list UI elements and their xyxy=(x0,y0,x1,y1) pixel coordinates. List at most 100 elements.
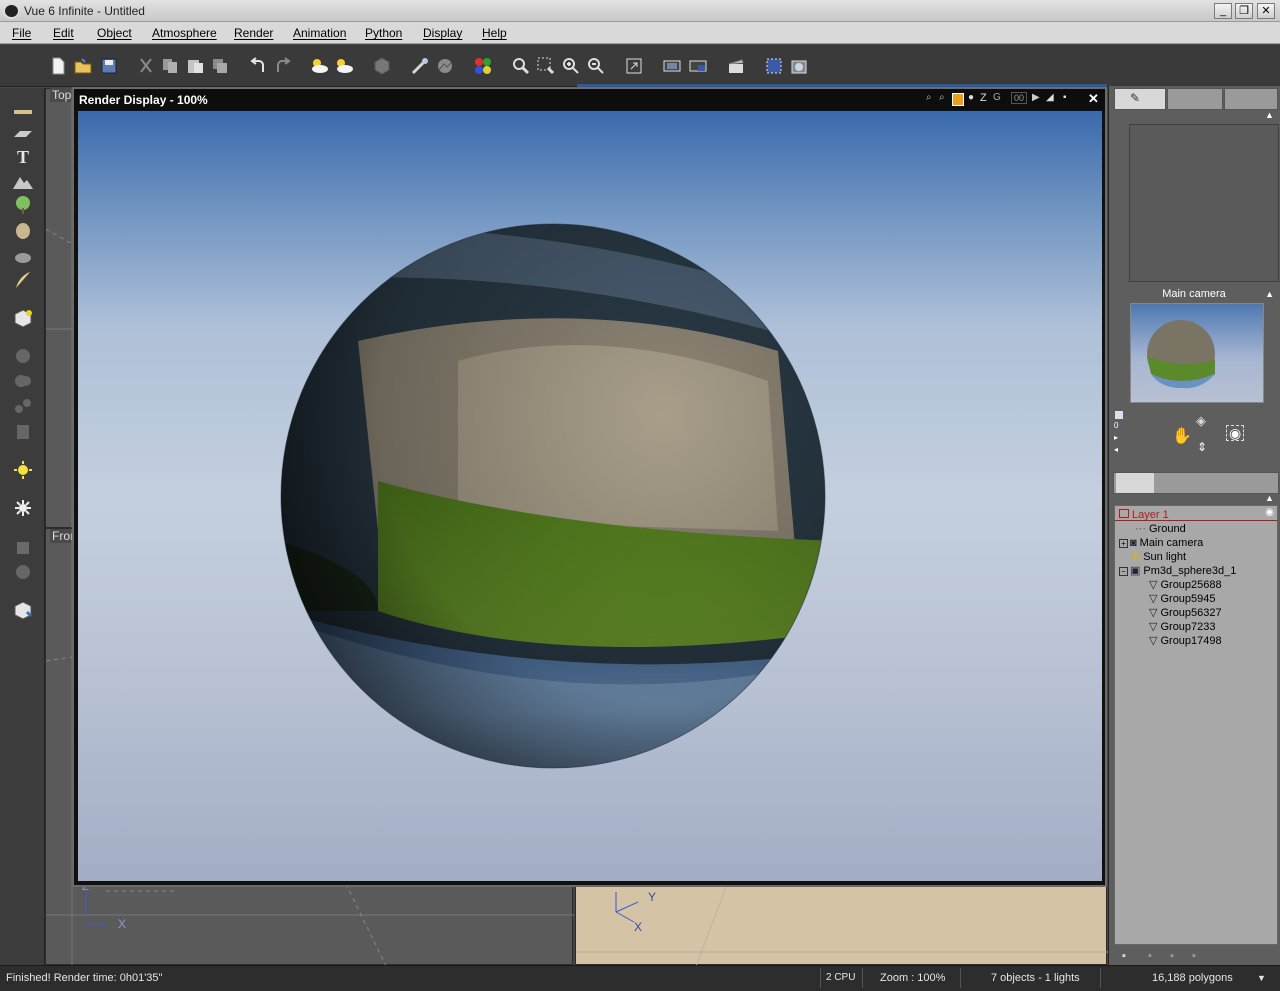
import-object-icon[interactable] xyxy=(12,600,34,620)
render-save-icon[interactable]: ▪ xyxy=(1063,92,1067,103)
camera-view-eye-icon[interactable]: ◉ xyxy=(1226,425,1245,441)
material-editor-icon[interactable] xyxy=(410,56,430,76)
object-properties-icon[interactable] xyxy=(372,56,392,76)
group-tool-icon[interactable] xyxy=(12,396,34,416)
tree-row-group[interactable]: ▽ Group5945 xyxy=(1149,592,1216,606)
delete-layer-icon[interactable]: ▪ xyxy=(1148,950,1152,962)
new-layer-icon[interactable]: ▪ xyxy=(1122,950,1126,962)
boolean-tool-icon[interactable] xyxy=(12,346,34,366)
light-tool-icon[interactable] xyxy=(12,460,34,480)
tab-aspect[interactable] xyxy=(1224,88,1278,110)
sphere-tool-icon[interactable] xyxy=(12,562,34,582)
render-display-window[interactable]: Render Display - 100% ⌕ ⌕ ● Z G 00 ▶ ◢ ▪… xyxy=(72,87,1107,887)
stack-tool-icon[interactable] xyxy=(12,536,34,556)
feather-tool-icon[interactable] xyxy=(12,270,34,290)
camera-expand-toggle[interactable]: + xyxy=(1119,539,1128,548)
save-icon[interactable] xyxy=(99,56,119,76)
cut-icon[interactable] xyxy=(136,56,156,76)
tab-objects[interactable] xyxy=(1116,473,1154,493)
camera-dolly-icon[interactable]: ⇕ xyxy=(1197,440,1207,454)
color-picker-icon[interactable] xyxy=(473,56,493,76)
zoom-out-icon[interactable] xyxy=(586,56,606,76)
render-zoom-icon[interactable]: ⌕ xyxy=(926,92,932,103)
new-file-icon[interactable] xyxy=(48,56,68,76)
menu-python[interactable]: Python xyxy=(365,26,402,40)
menu-help[interactable]: Help xyxy=(482,26,507,40)
layer-settings-icon[interactable]: ▪ xyxy=(1192,950,1196,962)
render-zoom-out-icon[interactable]: ⌕ xyxy=(939,92,945,103)
tree-row-sun[interactable]: ✲ Sun light xyxy=(1131,550,1186,564)
hypervoxel-tool-icon[interactable] xyxy=(12,421,34,441)
camera-pan-hand-icon[interactable]: ✋ xyxy=(1172,426,1192,446)
tree-row-group[interactable]: ▽ Group17498 xyxy=(1149,634,1222,648)
render-edit-icon[interactable]: ◢ xyxy=(1046,92,1054,103)
zoom-window-icon[interactable] xyxy=(511,56,531,76)
zoom-in-icon[interactable] xyxy=(561,56,581,76)
text-tool-icon[interactable]: T xyxy=(12,146,34,166)
camera-prev-icon[interactable]: ◂ xyxy=(1114,444,1126,456)
render-area-icon[interactable] xyxy=(662,56,682,76)
rock-tool-icon[interactable] xyxy=(12,220,34,240)
render-icon[interactable] xyxy=(789,56,809,76)
render-z-buffer-button[interactable]: Z xyxy=(980,92,987,104)
copy-icon[interactable] xyxy=(160,56,180,76)
camera-next-icon[interactable]: ▸ xyxy=(1114,432,1126,444)
zoom-region-icon[interactable] xyxy=(536,56,556,76)
tree-row-group[interactable]: ▽ Group25688 xyxy=(1149,578,1222,592)
menu-edit[interactable]: Edit xyxy=(53,26,74,40)
render-dot-icon[interactable]: ● xyxy=(968,92,974,103)
world-browser-collapse-arrow[interactable]: ▲ xyxy=(1265,493,1274,503)
camera-collapse-arrow[interactable]: ▲ xyxy=(1265,287,1274,302)
tree-row-sphere-group[interactable]: − ▣ Pm3d_sphere3d_1 xyxy=(1119,564,1236,578)
menu-display[interactable]: Display xyxy=(423,26,462,40)
render-zoom-percent-button[interactable]: 00 xyxy=(1011,92,1028,104)
tab-materials[interactable] xyxy=(1156,473,1194,493)
perspective-viewport[interactable]: Y X xyxy=(575,886,1108,966)
tab-numerics[interactable] xyxy=(1167,88,1223,110)
plane-tool-icon[interactable] xyxy=(12,98,34,118)
animation-clapper-icon[interactable] xyxy=(726,56,746,76)
plant-tool-icon[interactable] xyxy=(12,195,34,215)
minimize-button[interactable]: _ xyxy=(1214,3,1232,19)
render-region-icon[interactable] xyxy=(764,56,784,76)
cube-tool-icon[interactable] xyxy=(12,308,34,328)
tree-row-layer[interactable]: Layer 1 xyxy=(1119,508,1169,522)
redo-icon[interactable] xyxy=(273,56,293,76)
render-g-buffer-icon[interactable]: G xyxy=(993,92,1001,103)
tree-row-ground[interactable]: ⋯ Ground xyxy=(1135,522,1186,536)
layer-options-icon[interactable]: ▪ xyxy=(1170,950,1174,962)
menu-atmosphere[interactable]: Atmosphere xyxy=(152,26,217,40)
status-dropdown-arrow[interactable]: ▼ xyxy=(1257,973,1266,983)
undo-icon[interactable] xyxy=(248,56,268,76)
properties-collapse-arrow[interactable]: ▲ xyxy=(1265,110,1274,120)
duplicate-icon[interactable] xyxy=(210,56,230,76)
menu-file[interactable]: File xyxy=(12,26,31,40)
camera-store-icon[interactable] xyxy=(1115,411,1123,419)
tree-row-camera[interactable]: + ◙ Main camera xyxy=(1119,536,1203,550)
menu-animation[interactable]: Animation xyxy=(293,26,346,40)
menu-render[interactable]: Render xyxy=(234,26,273,40)
open-folder-icon[interactable] xyxy=(73,56,93,76)
load-atmosphere-icon[interactable] xyxy=(334,56,354,76)
render-options-icon[interactable] xyxy=(688,56,708,76)
tab-libraries[interactable] xyxy=(1198,473,1236,493)
render-display-close-button[interactable]: ✕ xyxy=(1088,91,1099,107)
atmosphere-editor-icon[interactable] xyxy=(309,56,329,76)
menu-object[interactable]: Object xyxy=(97,26,132,40)
paste-icon[interactable] xyxy=(185,56,205,76)
render-color-mode-icon[interactable] xyxy=(952,93,964,106)
render-display-titlebar[interactable]: Render Display - 100% ⌕ ⌕ ● Z G 00 ▶ ◢ ▪… xyxy=(74,89,1105,110)
tab-links[interactable] xyxy=(1240,473,1278,493)
ground-tool-icon[interactable] xyxy=(12,123,34,143)
tree-row-group[interactable]: ▽ Group56327 xyxy=(1149,606,1222,620)
terrain-editor-icon[interactable] xyxy=(435,56,455,76)
terrain-tool-icon[interactable] xyxy=(12,171,34,191)
layer-visibility-eye-icon[interactable]: ◉ xyxy=(1265,507,1274,518)
restore-button[interactable]: ❐ xyxy=(1235,3,1253,19)
cloud-tool-icon[interactable] xyxy=(12,245,34,265)
camera-orbit-icon[interactable]: ◈ xyxy=(1196,413,1206,429)
metablob-tool-icon[interactable] xyxy=(12,371,34,391)
tree-row-group[interactable]: ▽ Group7233 xyxy=(1149,620,1216,634)
maximize-view-icon[interactable] xyxy=(624,56,644,76)
sun-light-tool-icon[interactable] xyxy=(12,498,34,518)
